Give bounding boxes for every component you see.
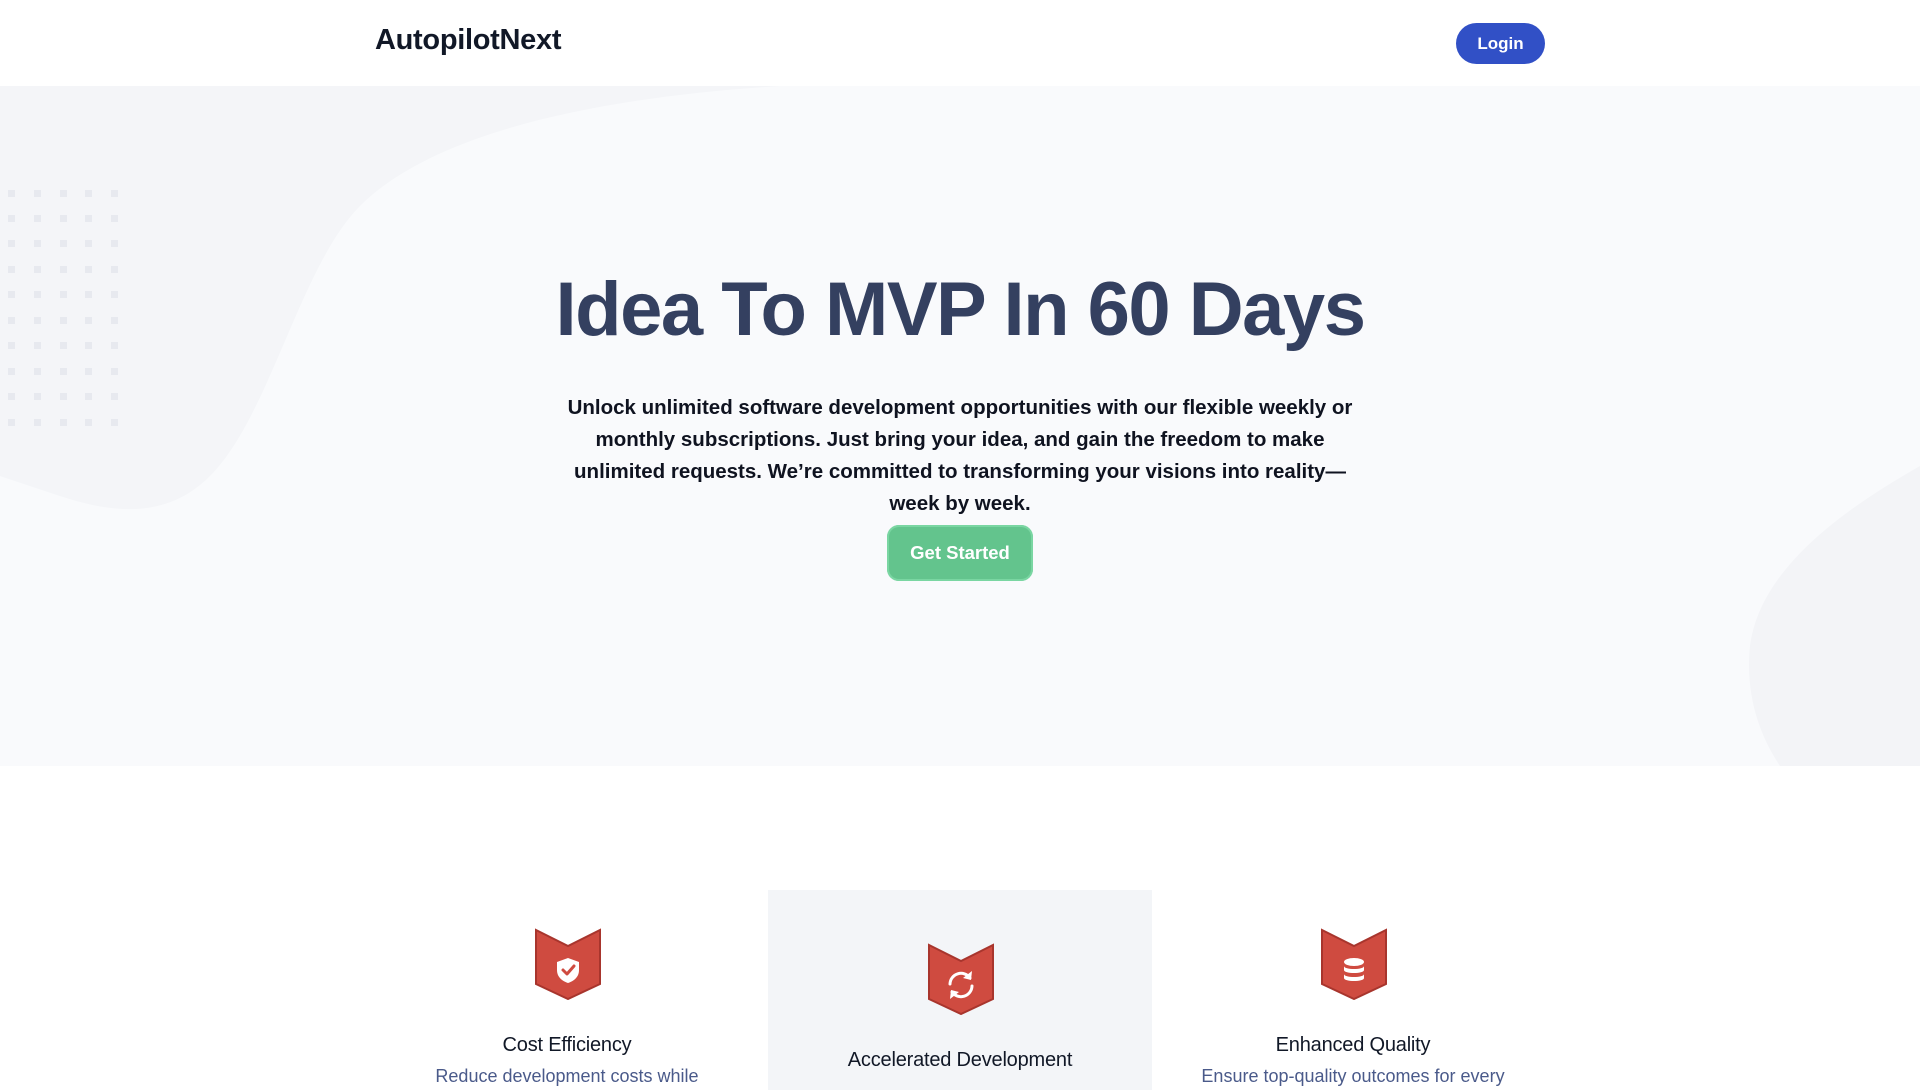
- feature-card-cost-efficiency: Cost Efficiency Reduce development costs…: [375, 890, 759, 1090]
- refresh-icon: [928, 943, 994, 1015]
- feature-description: Ensure top-quality outcomes for every: [1201, 1066, 1505, 1086]
- feature-title: Accelerated Development: [847, 1049, 1073, 1071]
- hero-title: Idea To MVP In 60 Days: [555, 267, 1366, 352]
- feature-title: Enhanced Quality: [1275, 1034, 1431, 1056]
- database-icon: [1321, 928, 1387, 1000]
- shield-check-icon: [535, 928, 601, 1000]
- feature-description: Reduce development costs while: [435, 1066, 699, 1086]
- hero-section: Idea To MVP In 60 Days Unlock unlimited …: [0, 86, 1920, 766]
- login-button[interactable]: Login: [1456, 23, 1545, 64]
- feature-card-enhanced-quality: Enhanced Quality Ensure top-quality outc…: [1161, 890, 1545, 1090]
- feature-title: Cost Efficiency: [502, 1034, 632, 1056]
- hero-description: Unlock unlimited software development op…: [567, 396, 1353, 515]
- get-started-button[interactable]: Get Started: [887, 525, 1033, 581]
- feature-card-accelerated-development: Accelerated Development: [768, 890, 1152, 1090]
- brand-logo[interactable]: AutopilotNext: [375, 24, 561, 57]
- site-header: AutopilotNext Login: [0, 0, 1920, 86]
